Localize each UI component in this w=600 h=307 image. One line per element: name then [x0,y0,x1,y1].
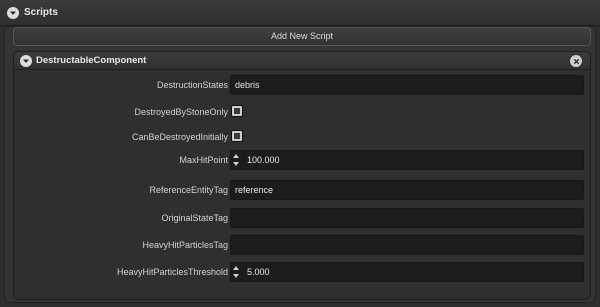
max-hit-point-field[interactable]: 100.000 [230,150,584,170]
component-title: DestructableComponent [36,55,147,66]
heavy-hit-particles-threshold-stepper[interactable] [232,265,240,279]
property-row-heavy-hit-particles-threshold: HeavyHitParticlesThreshold 5.000 [14,262,590,284]
chevron-down-icon[interactable] [7,7,19,19]
heavy-hit-particles-tag-field[interactable] [230,235,584,255]
property-row-destruction-states: DestructionStates debris [14,75,590,97]
scripts-panel-header[interactable]: Scripts [0,0,600,26]
property-label: HeavyHitParticlesThreshold [116,267,228,277]
original-state-tag-field[interactable] [230,208,584,228]
arrow-down-icon[interactable] [232,161,240,167]
panel-title: Scripts [24,7,58,18]
component-header[interactable]: DestructableComponent [14,52,590,70]
property-label: HeavyHitParticlesTag [142,240,228,250]
property-label: ReferenceEntityTag [149,185,228,195]
reference-entity-tag-field[interactable]: reference [230,180,584,200]
property-label: DestroyedByStoneOnly [134,107,228,117]
property-row-reference-entity-tag: ReferenceEntityTag reference [14,180,590,202]
destructable-component: DestructableComponent DestructionStates … [13,51,591,300]
destroyed-by-stone-only-checkbox[interactable] [231,105,243,117]
property-label: OriginalStateTag [161,213,228,223]
property-row-can-be-destroyed-initially: CanBeDestroyedInitially [14,127,590,149]
property-label: MaxHitPoint [179,155,228,165]
destruction-states-field[interactable]: debris [230,75,584,95]
scripts-panel: Scripts Add New Script DestructableCompo… [0,0,600,307]
arrow-down-icon[interactable] [232,273,240,279]
heavy-hit-particles-threshold-field[interactable]: 5.000 [230,262,584,282]
scripts-panel-body: Add New Script DestructableComponent Des… [4,26,596,303]
property-row-destroyed-by-stone-only: DestroyedByStoneOnly [14,102,590,124]
property-row-max-hit-point: MaxHitPoint 100.000 [14,150,590,172]
property-label: CanBeDestroyedInitially [131,132,228,142]
property-row-heavy-hit-particles-tag: HeavyHitParticlesTag [14,235,590,257]
arrow-up-icon[interactable] [232,153,240,159]
close-icon[interactable] [570,55,582,67]
can-be-destroyed-initially-checkbox[interactable] [231,130,243,142]
max-hit-point-stepper[interactable] [232,153,240,167]
add-new-script-button[interactable]: Add New Script [13,27,591,46]
property-row-original-state-tag: OriginalStateTag [14,208,590,230]
property-label: DestructionStates [156,80,228,90]
chevron-down-icon[interactable] [20,55,32,67]
arrow-up-icon[interactable] [232,265,240,271]
